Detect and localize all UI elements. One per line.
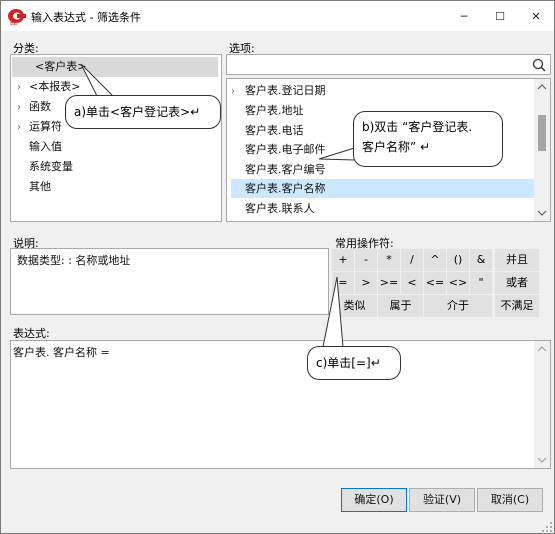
expression-textarea[interactable]: 客户表. 客户名称 = bbox=[10, 340, 551, 469]
option-item[interactable]: 客户表.联系人 bbox=[231, 199, 537, 218]
minimize-icon: ─ bbox=[460, 9, 468, 23]
op-ampersand-button[interactable]: & bbox=[470, 249, 492, 271]
category-item-operators[interactable]: › 运算符 bbox=[17, 118, 62, 136]
app-logo-icon: EL bbox=[8, 9, 26, 26]
options-search-input[interactable] bbox=[226, 54, 551, 75]
callout-b: b)双击 “客户登记表. 客户名称” ↵ bbox=[353, 111, 503, 167]
op-like-button[interactable]: 类似 bbox=[332, 295, 377, 317]
expression-scrollbar[interactable] bbox=[534, 341, 550, 468]
op-not-button[interactable]: 不满足 bbox=[495, 295, 539, 317]
op-less-equal-button[interactable]: <= bbox=[424, 272, 446, 294]
op-or-button[interactable]: 或者 bbox=[495, 272, 539, 294]
op-and-button[interactable]: 并且 bbox=[495, 249, 539, 271]
search-icon[interactable] bbox=[532, 58, 546, 72]
callout-c: c)单击[=]↵ bbox=[307, 346, 401, 380]
dialog-window: EL 输入表达式 - 筛选条件 ─ ☐ ✕ 分类: <客户表> › <本报表> ›… bbox=[0, 0, 555, 534]
resize-grip-icon[interactable] bbox=[541, 521, 553, 533]
expression-label: 表达式: bbox=[13, 327, 50, 340]
op-parentheses-button[interactable]: () bbox=[447, 249, 469, 271]
maximize-icon: ☐ bbox=[495, 9, 505, 23]
op-equals-button[interactable]: = bbox=[332, 272, 354, 294]
close-button[interactable]: ✕ bbox=[518, 1, 554, 31]
category-item-input-value[interactable]: 输入值 bbox=[29, 138, 62, 156]
title-bar: EL 输入表达式 - 筛选条件 ─ ☐ ✕ bbox=[1, 1, 554, 31]
op-quote-button[interactable]: " bbox=[470, 272, 492, 294]
expand-icon[interactable]: › bbox=[17, 99, 29, 117]
category-item-functions[interactable]: › 函数 bbox=[17, 98, 51, 116]
cancel-button[interactable]: 取消(C) bbox=[477, 488, 543, 512]
option-item-selected[interactable]: 客户表.客户名称 bbox=[231, 179, 537, 198]
option-item[interactable]: › 客户表.登记日期 bbox=[231, 81, 537, 100]
op-multiply-button[interactable]: * bbox=[378, 249, 400, 271]
op-plus-button[interactable]: + bbox=[332, 249, 354, 271]
scrollbar-graphic bbox=[537, 84, 547, 216]
expand-icon[interactable]: › bbox=[17, 79, 29, 97]
minimize-button[interactable]: ─ bbox=[446, 1, 482, 31]
op-in-button[interactable]: 属于 bbox=[378, 295, 423, 317]
category-item-customer-table[interactable]: <客户表> bbox=[23, 58, 86, 76]
description-box: 数据类型: : 名称或地址 bbox=[10, 248, 329, 315]
category-tree[interactable]: <客户表> › <本报表> › 函数 › 运算符 输入值 系统变量 其他 bbox=[10, 54, 222, 222]
verify-button[interactable]: 验证(V) bbox=[409, 488, 475, 512]
callout-a: a)单击<客户登记表>↵ bbox=[65, 95, 221, 129]
op-greater-button[interactable]: > bbox=[355, 272, 377, 294]
op-divide-button[interactable]: / bbox=[401, 249, 423, 271]
expression-text: 客户表. 客户名称 = bbox=[13, 346, 110, 359]
op-between-button[interactable]: 介于 bbox=[424, 295, 492, 317]
window-title: 输入表达式 - 筛选条件 bbox=[31, 11, 141, 24]
expand-icon[interactable]: › bbox=[17, 119, 29, 137]
category-item-system-variables[interactable]: 系统变量 bbox=[29, 158, 73, 176]
ok-button[interactable]: 确定(O) bbox=[341, 488, 407, 512]
svg-text:EL: EL bbox=[10, 20, 18, 26]
category-item-this-report[interactable]: › <本报表> bbox=[17, 78, 80, 96]
close-icon: ✕ bbox=[531, 9, 541, 23]
op-less-button[interactable]: < bbox=[401, 272, 423, 294]
op-greater-equal-button[interactable]: >= bbox=[378, 272, 400, 294]
op-power-button[interactable]: ^ bbox=[424, 249, 446, 271]
expand-icon[interactable]: › bbox=[231, 82, 245, 101]
options-scrollbar[interactable] bbox=[534, 79, 550, 221]
description-text: 数据类型: : 名称或地址 bbox=[17, 254, 131, 267]
category-item-other[interactable]: 其他 bbox=[29, 178, 51, 196]
op-not-equal-button[interactable]: <> bbox=[447, 272, 469, 294]
scrollbar-graphic bbox=[537, 346, 547, 463]
maximize-button[interactable]: ☐ bbox=[482, 1, 518, 31]
op-minus-button[interactable]: - bbox=[355, 249, 377, 271]
